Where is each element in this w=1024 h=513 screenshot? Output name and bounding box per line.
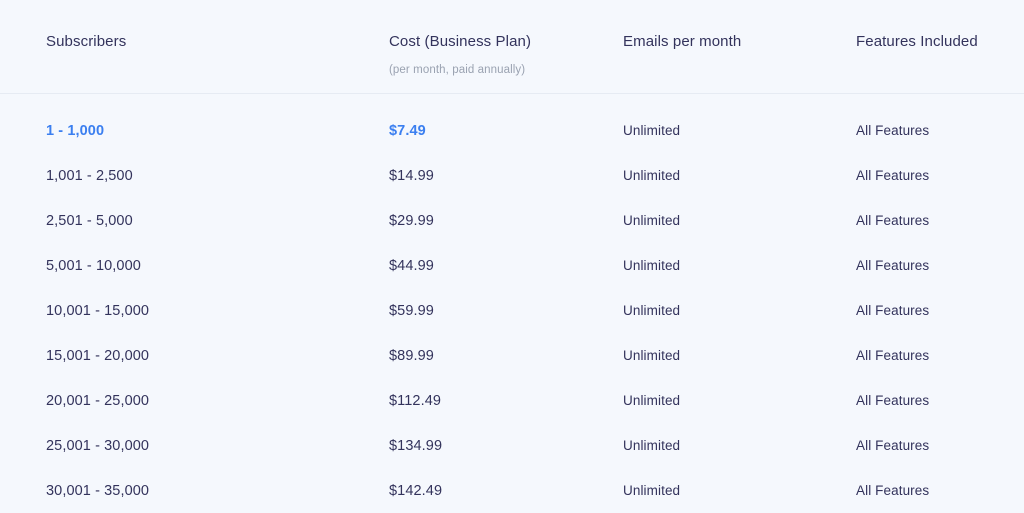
cell-cost: $7.49 xyxy=(389,122,426,139)
table-row: 2,501 - 5,000 $29.99 Unlimited All Featu… xyxy=(0,198,1024,243)
cell-emails: Unlimited xyxy=(623,437,681,453)
table-row: 15,001 - 20,000 $89.99 Unlimited All Fea… xyxy=(0,333,1024,378)
cell-emails: Unlimited xyxy=(623,122,681,138)
table-header-row: Subscribers Cost (Business Plan) (per mo… xyxy=(0,0,1024,94)
table-row: 1,001 - 2,500 $14.99 Unlimited All Featu… xyxy=(0,153,1024,198)
column-header-subscribers: Subscribers xyxy=(46,32,389,52)
cell-subscribers: 1,001 - 2,500 xyxy=(46,167,133,184)
column-header-subscribers-label: Subscribers xyxy=(46,33,127,50)
cell-features: All Features xyxy=(856,482,930,498)
cell-subscribers: 1 - 1,000 xyxy=(46,122,105,139)
column-header-emails-label: Emails per month xyxy=(623,33,742,50)
cell-subscribers: 10,001 - 15,000 xyxy=(46,302,150,319)
cell-emails: Unlimited xyxy=(623,302,681,318)
cell-features: All Features xyxy=(856,347,930,363)
cell-cost: $89.99 xyxy=(389,347,434,364)
cell-emails: Unlimited xyxy=(623,257,681,273)
table-body: 1 - 1,000 $7.49 Unlimited All Features 1… xyxy=(0,94,1024,513)
cell-cost: $59.99 xyxy=(389,302,434,319)
table-row: 20,001 - 25,000 $112.49 Unlimited All Fe… xyxy=(0,378,1024,423)
pricing-table: Subscribers Cost (Business Plan) (per mo… xyxy=(0,0,1024,510)
cell-subscribers: 2,501 - 5,000 xyxy=(46,212,133,229)
column-header-emails: Emails per month xyxy=(623,32,856,52)
cell-features: All Features xyxy=(856,437,930,453)
cell-subscribers: 5,001 - 10,000 xyxy=(46,257,141,274)
column-header-cost: Cost (Business Plan) (per month, paid an… xyxy=(389,32,623,77)
cell-features: All Features xyxy=(856,302,930,318)
cell-subscribers: 30,001 - 35,000 xyxy=(46,482,150,499)
table-row: 1 - 1,000 $7.49 Unlimited All Features xyxy=(0,108,1024,153)
cell-emails: Unlimited xyxy=(623,347,681,363)
column-header-features: Features Included xyxy=(856,32,1024,52)
cell-cost: $14.99 xyxy=(389,167,434,184)
cell-cost: $44.99 xyxy=(389,257,434,274)
column-header-cost-sublabel: (per month, paid annually) xyxy=(389,64,526,76)
table-row: 25,001 - 30,000 $134.99 Unlimited All Fe… xyxy=(0,423,1024,468)
cell-emails: Unlimited xyxy=(623,167,681,183)
cell-emails: Unlimited xyxy=(623,212,681,228)
cell-subscribers: 15,001 - 20,000 xyxy=(46,347,150,364)
cell-emails: Unlimited xyxy=(623,392,681,408)
cell-features: All Features xyxy=(856,212,930,228)
column-header-features-label: Features Included xyxy=(856,33,978,50)
table-row: 30,001 - 35,000 $142.49 Unlimited All Fe… xyxy=(0,468,1024,513)
table-row: 10,001 - 15,000 $59.99 Unlimited All Fea… xyxy=(0,288,1024,333)
cell-cost: $134.99 xyxy=(389,437,443,454)
cell-cost: $142.49 xyxy=(389,482,443,499)
cell-cost: $112.49 xyxy=(389,392,442,409)
cell-subscribers: 20,001 - 25,000 xyxy=(46,392,150,409)
cell-subscribers: 25,001 - 30,000 xyxy=(46,437,150,454)
cell-features: All Features xyxy=(856,392,930,408)
cell-emails: Unlimited xyxy=(623,482,681,498)
cell-cost: $29.99 xyxy=(389,212,434,229)
table-row: 5,001 - 10,000 $44.99 Unlimited All Feat… xyxy=(0,243,1024,288)
column-header-cost-label: Cost (Business Plan) xyxy=(389,33,532,50)
cell-features: All Features xyxy=(856,122,930,138)
cell-features: All Features xyxy=(856,257,930,273)
cell-features: All Features xyxy=(856,167,930,183)
